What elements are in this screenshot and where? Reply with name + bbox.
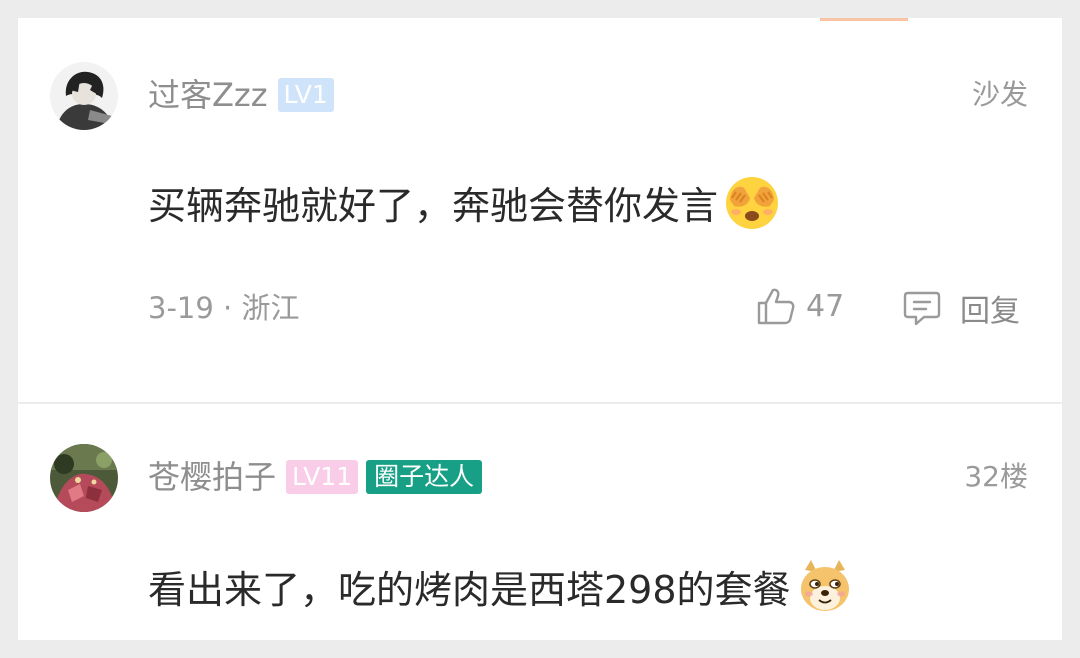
comment-text: 买辆奔驰就好了，奔驰会替你发言 [148,183,719,228]
username[interactable]: 过客Zzz [148,75,268,115]
name-row: 苍樱拍子 LV11 圈子达人 [148,457,483,497]
name-row: 过客Zzz LV1 [148,75,334,115]
comment-text-row: 买辆奔驰就好了，奔驰会替你发言 [148,172,782,232]
tab-indicator [820,18,908,21]
expert-badge: 圈子达人 [366,460,483,494]
floor-label: 32楼 [964,460,1028,493]
comment-bubble-icon [902,288,942,328]
username[interactable]: 苍樱拍子 [148,457,276,497]
see-no-evil-face-icon [722,172,782,232]
comment-text-row: 看出来了，吃的烤肉是西塔298的套餐 [148,556,855,616]
comment-card: 过客Zzz LV1 沙发 买辆奔驰就好了，奔驰会替你发言 3-19 · 浙江 4… [18,18,1062,402]
comment-location: 浙江 [241,291,300,325]
meta-separator: · [213,291,242,325]
doge-face-icon [795,556,855,616]
comment-meta: 3-19 · 浙江 [148,288,300,328]
avatar[interactable] [50,444,118,512]
reply-label: 回复 [960,294,1020,329]
reply-button[interactable]: 回复 [902,286,1020,330]
comment-card: 苍樱拍子 LV11 圈子达人 32楼 看出来了，吃的烤肉是西塔298的套餐 [18,404,1062,640]
comment-text: 看出来了，吃的烤肉是西塔298的套餐 [148,567,791,612]
level-badge: LV1 [277,78,334,112]
like-button[interactable]: 47 [756,286,844,326]
comment-date: 3-19 [148,291,214,325]
avatar[interactable] [50,62,118,130]
like-count: 47 [806,288,845,324]
floor-label: 沙发 [971,78,1028,111]
thumbs-up-icon [756,286,796,326]
level-badge: LV11 [286,460,359,494]
